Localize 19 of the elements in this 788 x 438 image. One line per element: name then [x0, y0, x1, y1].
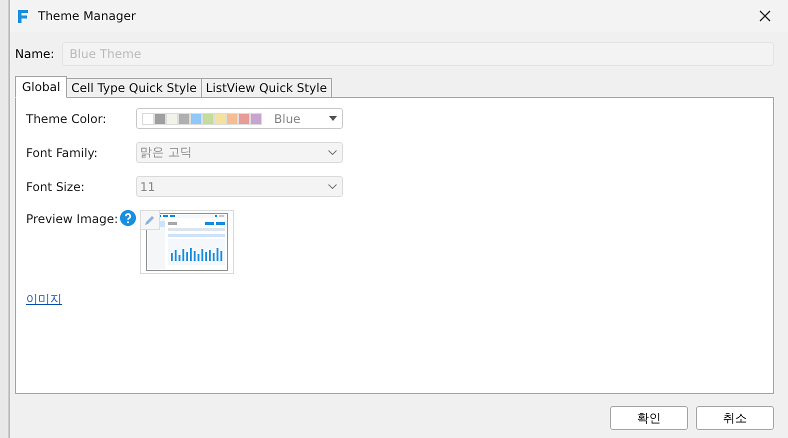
preview-image-label: Preview Image: [26, 211, 118, 226]
close-icon [759, 10, 771, 22]
app-logo-icon [18, 10, 28, 22]
chevron-down-icon [328, 150, 337, 155]
name-label: Name: [15, 47, 54, 61]
tab[interactable]: Global [15, 76, 68, 98]
dialog-button[interactable]: 취소 [696, 406, 774, 430]
dropdown-arrow-icon [329, 116, 337, 121]
theme-color-dropdown[interactable]: Blue [136, 108, 343, 129]
window-title: Theme Manager [38, 9, 136, 23]
font-family-label: Font Family: [26, 146, 99, 160]
pencil-icon[interactable] [144, 214, 156, 226]
chevron-down-icon [328, 184, 337, 189]
theme-color-label: Theme Color: [26, 112, 108, 126]
font-size-label: Font Size: [26, 180, 86, 194]
help-icon[interactable] [120, 210, 136, 226]
tab[interactable]: ListView Quick Style [200, 78, 332, 98]
image-link[interactable]: 이미지 [26, 291, 62, 308]
dialog-button[interactable]: 확인 [610, 406, 688, 430]
